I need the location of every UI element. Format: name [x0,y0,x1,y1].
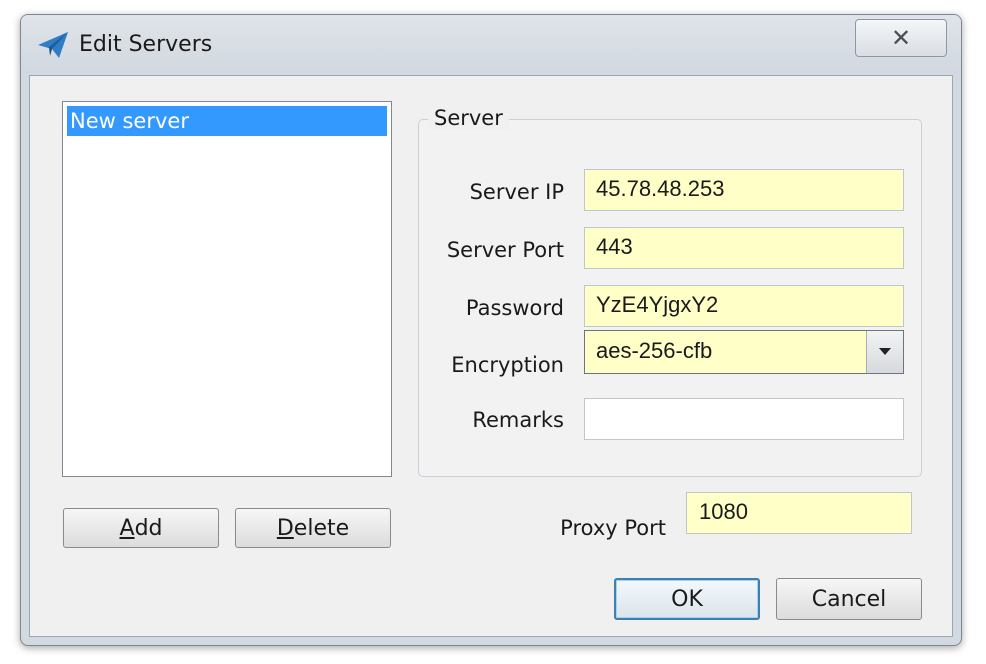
encryption-select[interactable]: aes-256-cfb [584,330,904,374]
add-button[interactable]: Add [63,508,219,548]
delete-button[interactable]: Delete [235,508,391,548]
dialog-body: New server Add Delete Server Server IP 4… [29,75,953,637]
dropdown-button[interactable] [866,331,903,373]
cancel-button[interactable]: Cancel [776,578,922,620]
server-port-label: Server Port [446,238,564,262]
ok-button[interactable]: OK [614,578,760,620]
server-group-title: Server [428,106,509,130]
proxy-port-label: Proxy Port [560,516,666,540]
encryption-label: Encryption [451,353,564,377]
server-ip-label: Server IP [469,180,564,204]
proxy-port-input[interactable]: 1080 [686,492,912,534]
password-label: Password [465,296,564,320]
close-button[interactable]: ✕ [855,19,947,57]
chevron-down-icon [879,348,891,355]
close-icon: ✕ [890,24,912,52]
remarks-input[interactable] [584,398,904,440]
server-ip-input[interactable]: 45.78.48.253 [584,169,904,211]
delete-mnemonic: D [276,515,294,541]
remarks-label: Remarks [472,408,564,432]
window-title: Edit Servers [79,32,213,57]
password-input[interactable]: YzE4YjgxY2 [584,285,904,327]
add-label-rest: dd [134,515,163,541]
server-list-item-selected[interactable]: New server [67,106,387,136]
edit-servers-dialog: Edit Servers ✕ New server Add Delete Ser… [20,14,962,646]
server-port-input[interactable]: 443 [584,227,904,269]
add-mnemonic: A [119,515,135,541]
server-list[interactable]: New server [62,101,392,477]
delete-label-rest: elete [293,515,350,541]
paper-plane-icon [38,32,68,58]
encryption-value: aes-256-cfb [596,338,713,363]
title-bar[interactable]: Edit Servers ✕ [21,15,961,73]
